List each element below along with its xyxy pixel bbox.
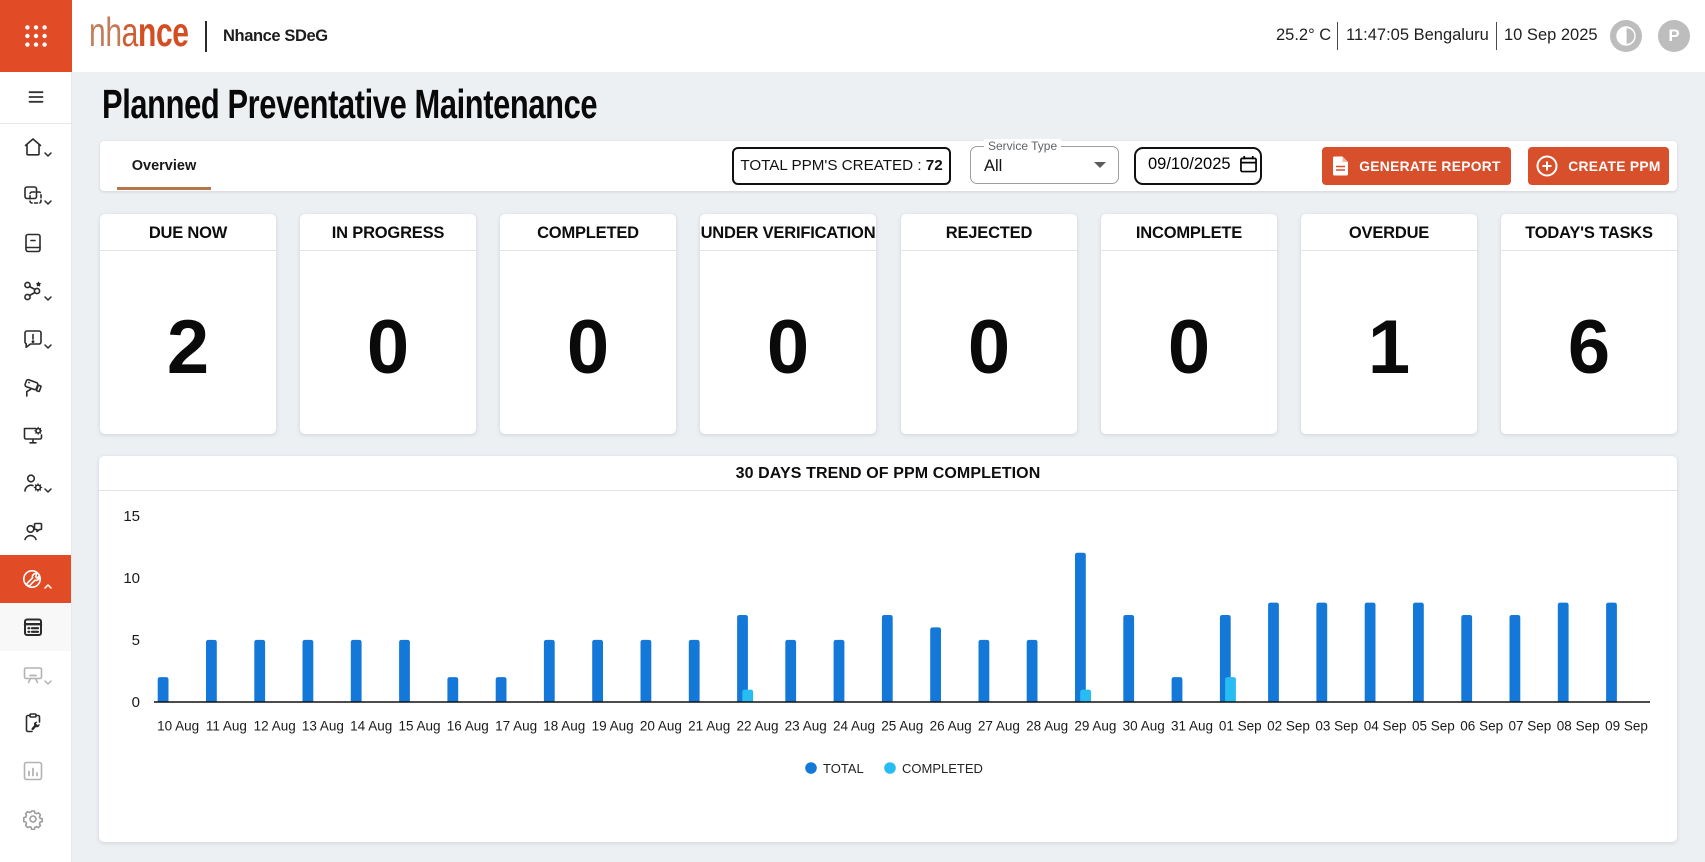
svg-text:27 Aug: 27 Aug [978,719,1020,734]
svg-text:07 Sep: 07 Sep [1509,719,1552,734]
svg-text:13 Aug: 13 Aug [302,719,344,734]
svg-text:25 Aug: 25 Aug [881,719,923,734]
svg-text:26 Aug: 26 Aug [930,719,972,734]
svg-text:01 Sep: 01 Sep [1219,719,1262,734]
svg-text:03 Sep: 03 Sep [1315,719,1358,734]
svg-text:COMPLETED: COMPLETED [902,761,983,776]
svg-text:22 Aug: 22 Aug [736,719,778,734]
svg-text:15 Aug: 15 Aug [398,719,440,734]
svg-text:17 Aug: 17 Aug [495,719,537,734]
svg-text:12 Aug: 12 Aug [254,719,296,734]
svg-text:10: 10 [123,570,140,587]
svg-text:09 Sep: 09 Sep [1605,719,1648,734]
svg-text:TOTAL: TOTAL [823,761,864,776]
svg-text:28 Aug: 28 Aug [1026,719,1068,734]
svg-text:11 Aug: 11 Aug [206,719,247,734]
svg-text:30 Aug: 30 Aug [1123,719,1165,734]
svg-text:08 Sep: 08 Sep [1557,719,1600,734]
svg-text:29 Aug: 29 Aug [1074,719,1116,734]
svg-text:21 Aug: 21 Aug [688,719,730,734]
svg-text:15: 15 [123,508,140,525]
svg-text:16 Aug: 16 Aug [447,719,489,734]
svg-text:0: 0 [132,694,140,711]
svg-text:04 Sep: 04 Sep [1364,719,1407,734]
svg-text:14 Aug: 14 Aug [350,719,392,734]
svg-text:5: 5 [132,632,140,649]
svg-text:06 Sep: 06 Sep [1460,719,1503,734]
svg-text:02 Sep: 02 Sep [1267,719,1310,734]
svg-text:10 Aug: 10 Aug [157,719,199,734]
svg-text:31 Aug: 31 Aug [1171,719,1213,734]
svg-text:23 Aug: 23 Aug [785,719,827,734]
svg-text:24 Aug: 24 Aug [833,719,875,734]
svg-text:19 Aug: 19 Aug [592,719,634,734]
svg-text:18 Aug: 18 Aug [543,719,585,734]
svg-text:20 Aug: 20 Aug [640,719,682,734]
svg-text:05 Sep: 05 Sep [1412,719,1455,734]
